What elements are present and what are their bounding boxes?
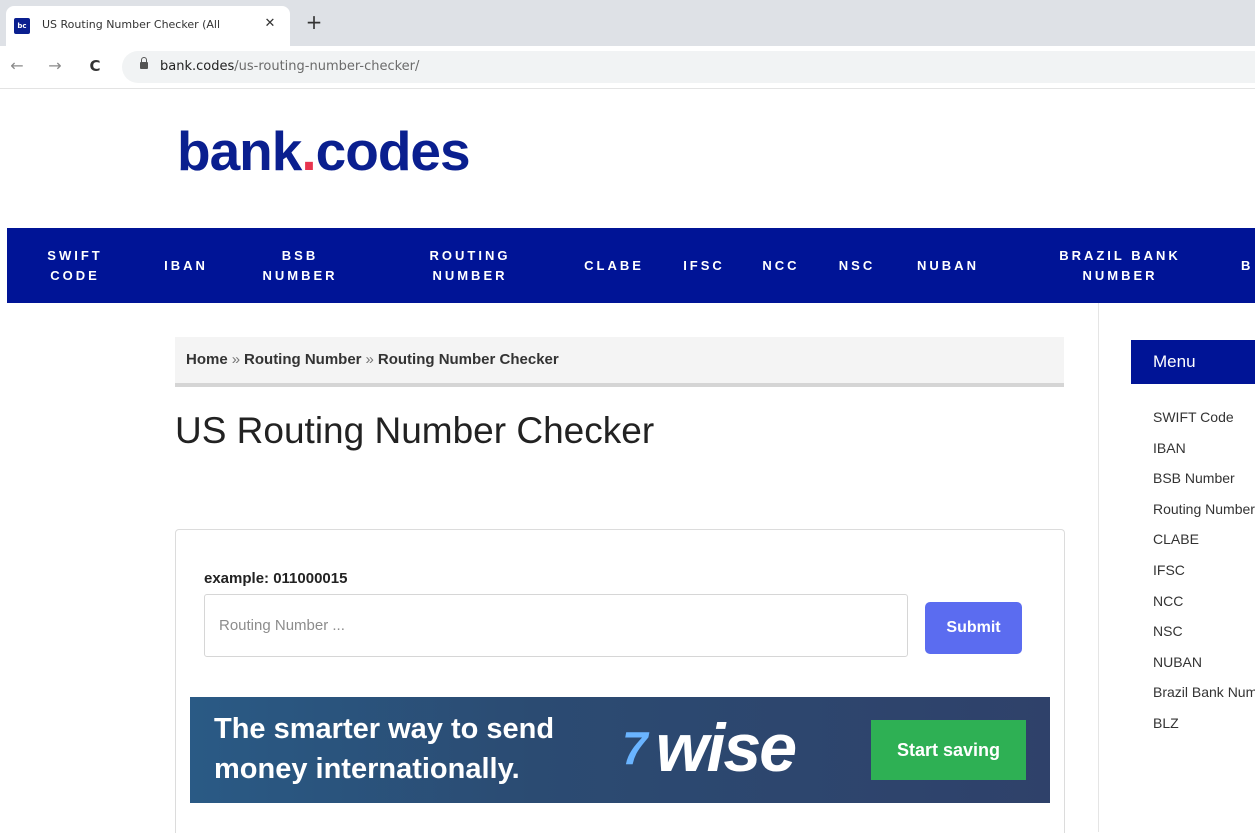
sidebar-divider bbox=[1098, 303, 1099, 832]
wise-flag-icon: 7 bbox=[622, 722, 648, 774]
nav-ncc[interactable]: NCC bbox=[753, 228, 809, 303]
sidebar-menu: SWIFT Code IBAN BSB Number Routing Numbe… bbox=[1131, 397, 1255, 744]
site-favicon-icon: bc bbox=[14, 18, 30, 34]
breadcrumb-separator: » bbox=[365, 351, 374, 368]
ad-headline: The smarter way to send money internatio… bbox=[214, 713, 555, 785]
breadcrumb-home-link[interactable]: Home bbox=[186, 351, 228, 368]
nav-clabe[interactable]: CLABE bbox=[574, 228, 654, 303]
page-title: US Routing Number Checker bbox=[175, 410, 655, 451]
breadcrumb-current: Routing Number Checker bbox=[377, 351, 559, 368]
nav-nsc[interactable]: NSC bbox=[829, 228, 885, 303]
nav-bsb-number[interactable]: BSB NUMBER bbox=[245, 228, 355, 303]
new-tab-icon[interactable]: + bbox=[303, 11, 325, 33]
wise-ad-banner[interactable]: The smarter way to send money internatio… bbox=[190, 697, 1050, 803]
lock-icon[interactable] bbox=[140, 57, 148, 69]
nav-nuban[interactable]: NUBAN bbox=[904, 228, 992, 303]
main-navigation: SWIFT CODE IBAN BSB NUMBER ROUTING NUMBE… bbox=[7, 228, 1255, 303]
nav-ifsc[interactable]: IFSC bbox=[674, 228, 734, 303]
tab-title: US Routing Number Checker (All bbox=[42, 18, 221, 31]
url-path: /us-routing-number-checker/ bbox=[234, 59, 420, 74]
address-bar[interactable]: bank.codes/us-routing-number-checker/ bbox=[122, 51, 1255, 83]
routing-number-input[interactable] bbox=[204, 594, 908, 657]
close-tab-icon[interactable]: ✕ bbox=[260, 14, 280, 34]
submit-button[interactable]: Submit bbox=[925, 602, 1022, 654]
nav-routing-number[interactable]: ROUTING NUMBER bbox=[407, 228, 533, 303]
sidebar-menu-header: Menu bbox=[1131, 340, 1255, 384]
logo-dot: . bbox=[301, 120, 316, 182]
breadcrumb-separator: » bbox=[231, 351, 241, 368]
logo-text-bank: bank bbox=[177, 120, 302, 182]
example-label: example: 011000015 bbox=[204, 570, 348, 587]
wise-wordmark: wise bbox=[655, 710, 797, 786]
forward-arrow-icon[interactable]: → bbox=[44, 55, 66, 77]
wise-logo: 7 wise bbox=[622, 710, 797, 786]
nav-swift-code[interactable]: SWIFT CODE bbox=[27, 228, 123, 303]
nav-iban[interactable]: IBAN bbox=[153, 228, 219, 303]
breadcrumb-routing-link[interactable]: Routing Number bbox=[244, 351, 362, 368]
browser-tab[interactable]: bc US Routing Number Checker (All ✕ bbox=[6, 6, 290, 46]
url-text[interactable]: bank.codes/us-routing-number-checker/ bbox=[160, 59, 419, 74]
browser-toolbar: ← → C bank.codes/us-routing-number-check… bbox=[0, 46, 1255, 89]
nav-more[interactable]: B bbox=[1241, 228, 1255, 303]
checker-form-card: example: 011000015 Submit The smarter wa… bbox=[175, 529, 1065, 833]
back-arrow-icon[interactable]: ← bbox=[6, 55, 28, 77]
browser-tab-strip: bc US Routing Number Checker (All ✕ + bbox=[0, 0, 1255, 46]
logo-text-codes: codes bbox=[315, 120, 471, 182]
reload-icon[interactable]: C bbox=[84, 55, 106, 77]
site-logo[interactable]: bank.codes bbox=[177, 124, 471, 179]
nav-brazil-bank-number[interactable]: BRAZIL BANK NUMBER bbox=[1035, 228, 1205, 303]
url-domain: bank.codes bbox=[160, 59, 235, 74]
start-saving-button[interactable]: Start saving bbox=[871, 720, 1026, 780]
breadcrumb: Home» Routing Number» Routing Number Check… bbox=[175, 337, 1064, 387]
